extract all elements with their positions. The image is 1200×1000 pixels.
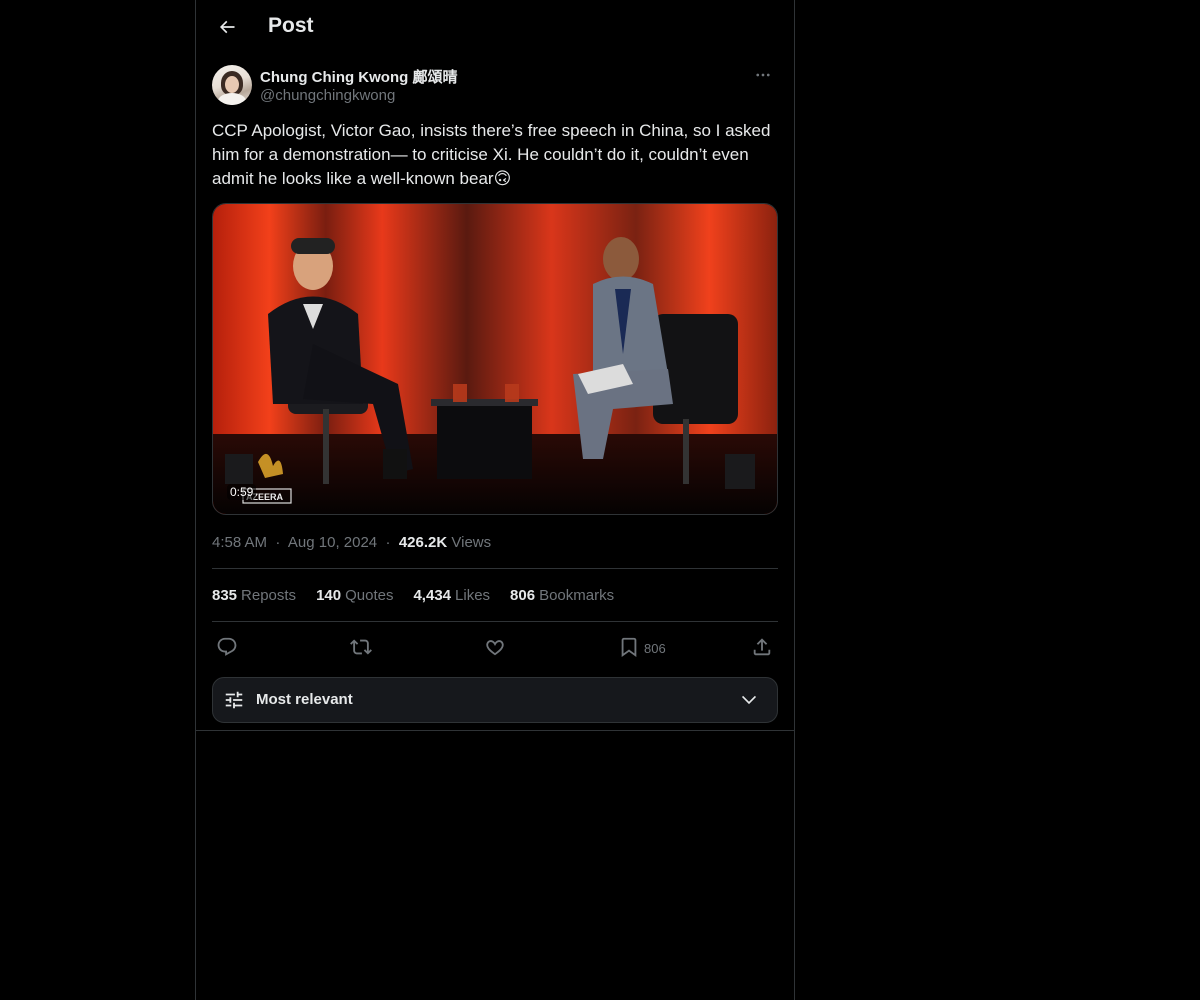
bookmark-count: 806 — [644, 641, 666, 656]
chevron-down-icon — [741, 695, 757, 705]
views-label: Views — [451, 534, 492, 551]
page-title: Post — [268, 14, 314, 37]
divider — [212, 568, 778, 569]
avatar[interactable] — [212, 65, 252, 105]
more-button[interactable] — [748, 64, 778, 86]
divider — [212, 621, 778, 622]
reply-button[interactable] — [216, 632, 238, 662]
arrow-left-icon — [219, 20, 235, 34]
reply-icon — [217, 637, 237, 656]
video-player[interactable]: AZEERA 0:59 — [212, 203, 778, 515]
views-count: 426.2K — [398, 534, 448, 551]
more-horizontal-icon — [756, 73, 770, 77]
post-text: CCP Apologist, Victor Gao, insists there… — [212, 121, 776, 188]
author-name[interactable]: Chung Ching Kwong 鄺頌晴 — [260, 66, 457, 87]
sort-label: Most relevant — [256, 691, 353, 708]
stat-quotes[interactable]: 140 Quotes — [316, 587, 393, 604]
video-duration: 0:59 — [227, 484, 257, 500]
back-button[interactable] — [210, 10, 244, 44]
heart-icon — [486, 640, 504, 656]
post-date[interactable]: Aug 10, 2024 — [288, 534, 377, 551]
page-header: Post — [196, 0, 794, 54]
stat-likes[interactable]: 4,434 Likes — [413, 587, 490, 604]
meta-separator: · — [385, 534, 391, 551]
meta-separator: · — [275, 534, 281, 551]
reply-sort-dropdown[interactable]: Most relevant — [212, 677, 778, 723]
video-thumbnail: AZEERA — [213, 204, 777, 514]
tune-icon — [225, 691, 243, 709]
share-button[interactable] — [751, 632, 773, 662]
primary-column: Post Chung Ching Kwong 鄺頌晴 @chungchingkw… — [195, 0, 795, 1000]
share-icon — [753, 638, 771, 656]
stat-bookmarks[interactable]: 806 Bookmarks — [510, 587, 614, 604]
repost-button[interactable] — [350, 632, 372, 662]
action-bar: 806 — [212, 632, 778, 662]
bookmark-button[interactable]: 806 — [618, 632, 666, 662]
post-meta: 4:58 AM · Aug 10, 2024 · 426.2K Views — [212, 534, 491, 551]
divider — [196, 730, 794, 731]
bookmark-icon — [621, 637, 637, 658]
author-handle[interactable]: @chungchingkwong — [260, 87, 395, 104]
engagement-stats: 835 Reposts 140 Quotes 4,434 Likes 806 Bookm… — [212, 587, 614, 604]
stat-reposts[interactable]: 835 Reposts — [212, 587, 296, 604]
repost-icon — [350, 639, 372, 655]
like-button[interactable] — [484, 632, 506, 662]
post-time[interactable]: 4:58 AM — [212, 534, 267, 551]
